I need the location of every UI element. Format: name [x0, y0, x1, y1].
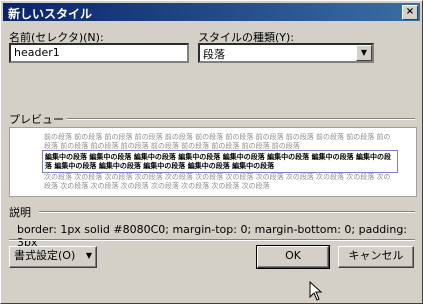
- description-divider: [39, 211, 415, 213]
- cancel-button[interactable]: キャンセル: [338, 246, 414, 268]
- mouse-pointer-icon: [309, 281, 323, 301]
- preview-divider: [67, 118, 415, 120]
- preview-label: プレビュー: [9, 113, 64, 126]
- preview-panel: 前の段落 前の段落 前の段落 前の段落 前の段落 前の段落 前の段落 前の段落 …: [9, 127, 417, 197]
- preview-next-paragraph: 次の段落 次の段落 次の段落 次の段落 次の段落 次の段落 次の段落 次の段落 …: [44, 173, 391, 190]
- description-label: 説明: [9, 206, 31, 219]
- title-bar[interactable]: 新しいスタイル ×: [3, 3, 420, 21]
- ok-button[interactable]: OK: [256, 245, 330, 269]
- preview-current-paragraph: 編集中の段落 編集中の段落 編集中の段落 編集中の段落 編集中の段落 編集中の段…: [42, 150, 398, 173]
- preview-previous-paragraph: 前の段落 前の段落 前の段落 前の段落 前の段落 前の段落 前の段落 前の段落 …: [44, 133, 391, 150]
- new-style-dialog: 新しいスタイル × 名前(セレクタ)(N): header1 スタイルの種類(Y…: [0, 0, 423, 304]
- selector-input[interactable]: header1: [9, 43, 189, 63]
- format-button-label: 書式設定(O): [14, 249, 76, 262]
- style-type-select[interactable]: 段落 ▼: [198, 43, 374, 63]
- window-title: 新しいスタイル: [8, 7, 93, 21]
- chevron-down-icon[interactable]: ▼: [356, 45, 372, 61]
- close-button[interactable]: ×: [402, 5, 418, 20]
- footer-divider: [9, 239, 415, 241]
- format-button[interactable]: 書式設定(O) ▼: [9, 246, 97, 268]
- chevron-down-icon: ▼: [85, 251, 92, 260]
- style-type-value: 段落: [203, 48, 225, 61]
